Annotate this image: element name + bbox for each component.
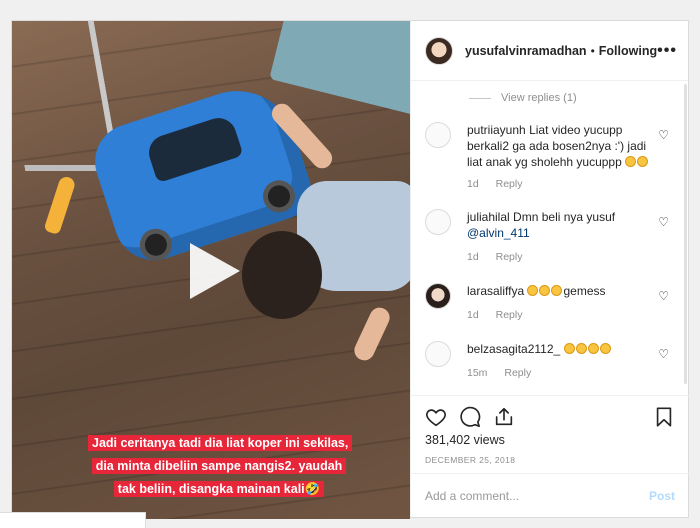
like-comment-icon[interactable]: ♡ bbox=[658, 347, 669, 361]
emoji-icon bbox=[551, 285, 563, 296]
avatar[interactable] bbox=[425, 122, 451, 148]
comment-meta: 15m Reply bbox=[467, 367, 545, 379]
add-comment-bar: Post bbox=[411, 473, 689, 517]
emoji-icon bbox=[587, 343, 599, 354]
username-link[interactable]: yusufalvinramadhan bbox=[465, 44, 587, 58]
comment-username[interactable]: belzasagita2112_ bbox=[467, 342, 560, 356]
emoji-icon bbox=[575, 343, 587, 354]
separator-dot: • bbox=[590, 43, 595, 58]
post-comment-button[interactable]: Post bbox=[649, 489, 675, 503]
reply-button[interactable]: Reply bbox=[496, 251, 523, 263]
comment-body: gemess bbox=[563, 284, 606, 298]
car-wheel bbox=[258, 176, 300, 217]
comment-meta: 1d Reply bbox=[467, 309, 536, 321]
post-date[interactable]: DECEMBER 25, 2018 bbox=[425, 455, 515, 465]
comment-username[interactable]: juliahilal bbox=[467, 210, 510, 224]
mention-link[interactable]: @alvin_411 bbox=[467, 226, 530, 240]
video-player[interactable]: Jadi ceritanya tadi dia liat koper ini s… bbox=[12, 21, 410, 519]
emoji-icon bbox=[539, 285, 551, 296]
comment-text: putriiayunh Liat video yucupp berkali2 g… bbox=[467, 122, 655, 170]
comments-scrollbar[interactable] bbox=[684, 84, 687, 384]
share-icon[interactable] bbox=[493, 406, 515, 428]
comment-text: belzasagita2112_ bbox=[467, 341, 655, 357]
like-comment-icon[interactable]: ♡ bbox=[658, 215, 669, 229]
avatar[interactable] bbox=[425, 209, 451, 235]
comment-icon[interactable] bbox=[459, 406, 481, 428]
avatar[interactable] bbox=[425, 283, 451, 309]
following-button[interactable]: Following bbox=[599, 44, 657, 58]
more-options-icon[interactable]: ••• bbox=[657, 42, 677, 60]
comment-body: Dmn beli nya yusuf bbox=[513, 210, 616, 224]
emoji-icon bbox=[625, 156, 637, 167]
reply-button[interactable]: Reply bbox=[496, 309, 523, 321]
comment-time[interactable]: 1d bbox=[467, 309, 479, 321]
comments-list[interactable]: View replies (1) putriiayunh Liat video … bbox=[411, 82, 689, 395]
comment-time[interactable]: 15m bbox=[467, 367, 487, 379]
comment-meta: 1d Reply bbox=[467, 251, 536, 263]
avatar[interactable] bbox=[425, 341, 451, 367]
reply-button[interactable]: Reply bbox=[496, 178, 523, 190]
view-replies-label: View replies (1) bbox=[501, 92, 577, 104]
emoji-icon bbox=[563, 343, 575, 354]
play-icon[interactable] bbox=[190, 243, 240, 299]
like-comment-icon[interactable]: ♡ bbox=[658, 289, 669, 303]
heart-icon[interactable] bbox=[425, 406, 447, 428]
comment-time[interactable]: 1d bbox=[467, 251, 479, 263]
comment-text: juliahilal Dmn beli nya yusuf @alvin_411 bbox=[467, 209, 655, 241]
video-child-head bbox=[242, 231, 322, 319]
add-comment-input[interactable] bbox=[425, 488, 649, 503]
post-modal: Jadi ceritanya tadi dia liat koper ini s… bbox=[11, 20, 689, 519]
bookmark-icon[interactable] bbox=[653, 406, 675, 428]
like-comment-icon[interactable]: ♡ bbox=[658, 128, 669, 142]
avatar[interactable] bbox=[425, 36, 453, 65]
emoji-icon bbox=[527, 285, 539, 296]
car-window bbox=[144, 113, 244, 184]
emoji-icon bbox=[599, 343, 611, 354]
emoji-icon bbox=[637, 156, 649, 167]
reply-button[interactable]: Reply bbox=[504, 367, 531, 379]
comment-time[interactable]: 1d bbox=[467, 178, 479, 190]
view-replies-button[interactable]: View replies (1) bbox=[469, 92, 577, 104]
comment-username[interactable]: putriiayunh bbox=[467, 123, 526, 137]
video-caption: Jadi ceritanya tadi dia liat koper ini s… bbox=[88, 431, 353, 501]
view-replies-line bbox=[469, 97, 491, 99]
post-side-panel: yusufalvinramadhan • Following ••• View … bbox=[410, 21, 689, 517]
comment-username[interactable]: larasaliffya bbox=[467, 284, 524, 298]
comment-text: larasaliffya gemess bbox=[467, 283, 655, 299]
comment-meta: 1d Reply bbox=[467, 178, 536, 190]
views-count[interactable]: 381,402 views bbox=[425, 433, 505, 447]
video-caption-text: Jadi ceritanya tadi dia liat koper ini s… bbox=[88, 435, 353, 498]
post-header: yusufalvinramadhan • Following ••• bbox=[411, 21, 688, 81]
background-tab bbox=[0, 512, 146, 528]
